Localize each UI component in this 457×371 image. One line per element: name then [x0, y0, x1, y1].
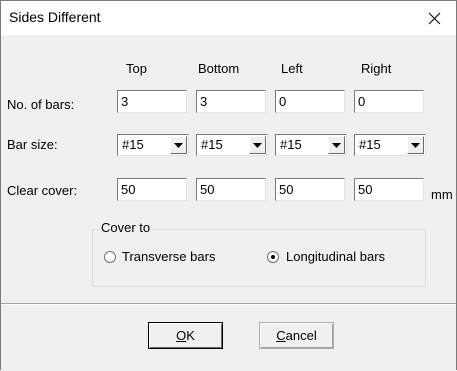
radio-longitudinal-label[interactable]: Longitudinal bars	[286, 249, 385, 264]
radio-dot-icon	[271, 255, 275, 259]
chevron-down-icon	[174, 142, 183, 148]
radio-transverse-label[interactable]: Transverse bars	[122, 249, 215, 264]
ok-button[interactable]: OK	[148, 322, 223, 349]
bar-size-bottom-select[interactable]: #15	[196, 134, 268, 156]
cancel-label-rest: ancel	[285, 328, 317, 343]
dropdown-button[interactable]	[170, 136, 187, 154]
bar-size-label: Bar size:	[7, 137, 58, 152]
bars-right-input[interactable]	[354, 90, 424, 113]
column-header-left: Left	[281, 61, 303, 76]
cover-to-label: Cover to	[99, 220, 153, 235]
bar-size-left-value: #15	[280, 137, 302, 152]
chevron-down-icon	[411, 142, 420, 148]
bar-size-right-select[interactable]: #15	[354, 134, 426, 156]
chevron-down-icon	[332, 142, 341, 148]
clear-cover-bottom-input[interactable]	[196, 178, 266, 201]
radio-button-selected[interactable]	[267, 251, 279, 263]
close-icon	[428, 12, 440, 24]
bar-size-top-value: #15	[122, 137, 144, 152]
dropdown-button[interactable]	[328, 136, 345, 154]
bars-top-input[interactable]	[117, 90, 187, 113]
ok-mnemonic: O	[176, 328, 187, 343]
unit-label: mm	[431, 187, 453, 202]
separator	[1, 303, 456, 305]
sides-different-dialog: Sides Different Top Bottom Left Right No…	[0, 0, 457, 370]
dialog-title: Sides Different	[9, 9, 101, 25]
column-header-bottom: Bottom	[198, 61, 240, 76]
column-header-right: Right	[361, 61, 392, 76]
column-header-top: Top	[126, 61, 147, 76]
bars-left-input[interactable]	[275, 90, 345, 113]
cancel-mnemonic: C	[276, 328, 286, 343]
title-bar: Sides Different	[1, 1, 456, 35]
clear-cover-left-input[interactable]	[275, 178, 345, 201]
clear-cover-label: Clear cover:	[7, 183, 78, 198]
dropdown-button[interactable]	[249, 136, 266, 154]
bars-label: No. of bars:	[7, 97, 75, 112]
bar-size-top-select[interactable]: #15	[117, 134, 189, 156]
cancel-button[interactable]: Cancel	[259, 322, 334, 349]
chevron-down-icon	[253, 142, 262, 148]
bar-size-left-select[interactable]: #15	[275, 134, 347, 156]
ok-label-rest: K	[186, 328, 195, 343]
bars-bottom-input[interactable]	[196, 90, 266, 113]
close-button[interactable]	[412, 1, 456, 35]
dropdown-button[interactable]	[407, 136, 424, 154]
radio-button-unselected[interactable]	[104, 251, 116, 263]
clear-cover-right-input[interactable]	[354, 178, 424, 201]
bar-size-right-value: #15	[359, 137, 381, 152]
bar-size-bottom-value: #15	[201, 137, 223, 152]
clear-cover-top-input[interactable]	[117, 178, 187, 201]
